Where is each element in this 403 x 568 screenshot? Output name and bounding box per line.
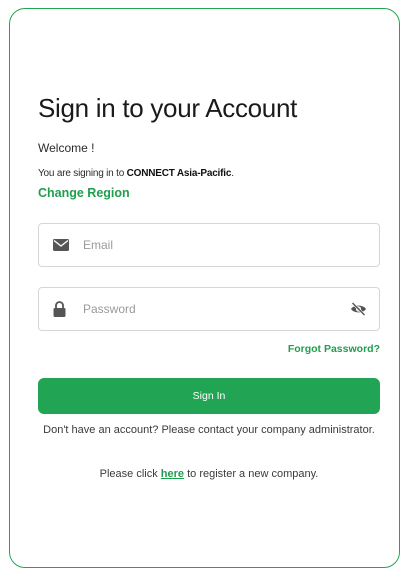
envelope-icon <box>53 224 69 266</box>
lock-icon <box>53 288 66 330</box>
email-input[interactable] <box>83 224 333 266</box>
password-field[interactable] <box>38 287 380 331</box>
welcome-text: Welcome ! <box>38 141 95 155</box>
signing-in-suffix: . <box>231 168 234 179</box>
register-here-link[interactable]: here <box>161 468 184 480</box>
email-field[interactable] <box>38 223 380 267</box>
sign-in-button[interactable]: Sign In <box>38 378 380 414</box>
signing-in-prefix: You are signing in to <box>38 168 125 179</box>
signing-in-notice: You are signing in to CONNECT Asia-Pacif… <box>38 168 234 179</box>
forgot-password-link[interactable]: Forgot Password? <box>288 343 380 355</box>
password-input[interactable] <box>83 288 333 330</box>
change-region-link[interactable]: Change Region <box>38 186 130 200</box>
page-title: Sign in to your Account <box>38 93 298 123</box>
contact-admin-note: Don't have an account? Please contact yo… <box>43 424 375 436</box>
eye-slash-icon[interactable] <box>350 288 367 330</box>
register-prefix: Please click <box>99 468 158 480</box>
region-name: CONNECT Asia-Pacific <box>126 168 232 179</box>
register-suffix: to register a new company. <box>187 468 319 480</box>
register-note: Please click here to register a new comp… <box>38 468 380 480</box>
